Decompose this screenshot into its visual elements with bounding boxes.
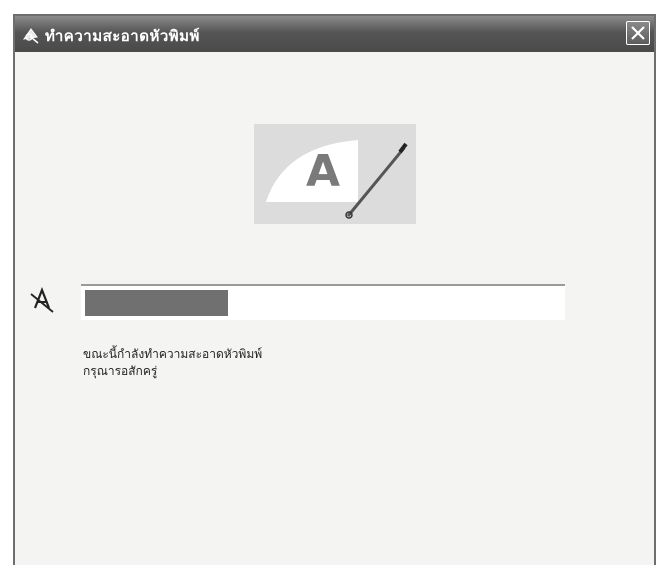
- status-message: ขณะนี้กำลังทำความสะอาดหัวพิมพ์ กรุณารอสั…: [83, 346, 262, 380]
- hero-letter: A: [306, 146, 340, 197]
- close-icon: [631, 26, 645, 40]
- progress-fill: [85, 290, 228, 316]
- printer-cleaning-icon: [21, 25, 41, 45]
- title-bar[interactable]: ทำความสะอาดหัวพิมพ์: [15, 16, 654, 52]
- cleaning-status-icon: [29, 286, 55, 316]
- status-message-line-1: ขณะนี้กำลังทำความสะอาดหัวพิมพ์: [83, 347, 263, 361]
- status-message-line-2: กรุณารอสักครู่: [83, 364, 158, 378]
- cleaning-brush-icon: A: [254, 124, 416, 224]
- print-head-cleaning-dialog: ทำความสะอาดหัวพิมพ์ A ขณะนี้กำลังทำความส…: [13, 14, 656, 565]
- close-button[interactable]: [626, 21, 650, 45]
- cleaning-illustration: A: [254, 124, 416, 224]
- cleaning-progress-bar: [81, 284, 565, 320]
- window-title: ทำความสะอาดหัวพิมพ์: [45, 27, 200, 45]
